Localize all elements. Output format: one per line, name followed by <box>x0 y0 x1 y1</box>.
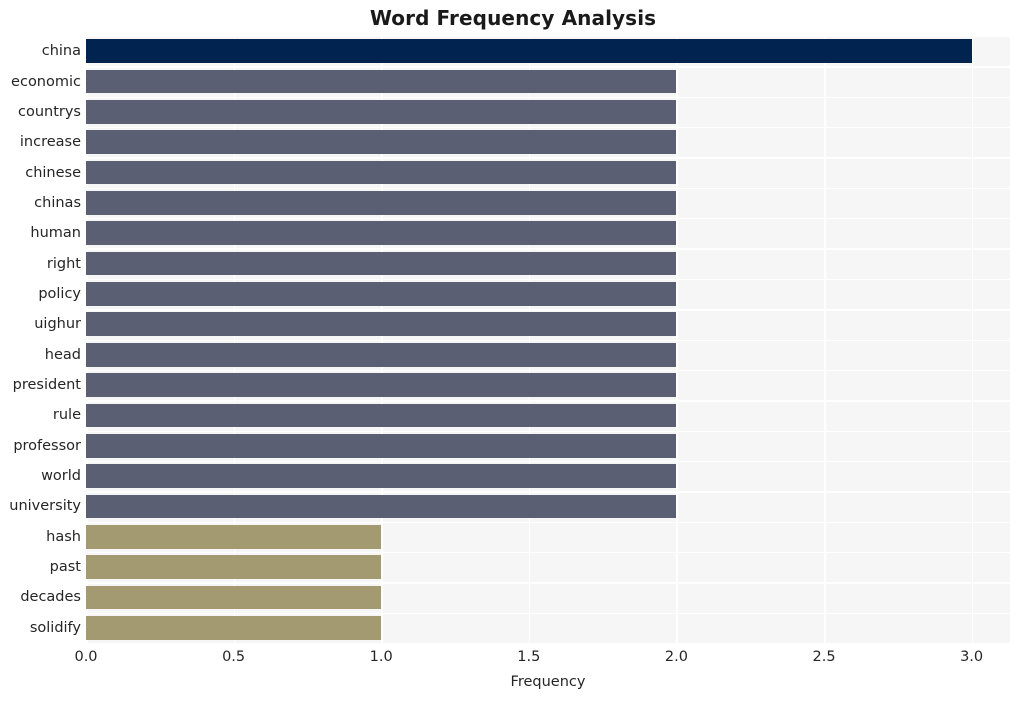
y-tick-label: human <box>30 225 81 242</box>
y-tick-label: policy <box>38 285 81 302</box>
x-axis-tick-labels: 0.0 0.5 1.0 1.5 2.0 2.5 3.0 <box>0 649 1026 671</box>
x-tick-label: 0.0 <box>74 649 98 665</box>
chart-figure: Word Frequency Analysis china economic cou… <box>0 0 1026 701</box>
y-tick-label: china <box>41 43 81 60</box>
y-tick-label: uighur <box>34 316 81 333</box>
x-tick-label: 2.5 <box>812 649 836 665</box>
y-tick-label: past <box>49 559 81 576</box>
x-tick-label: 0.5 <box>222 649 246 665</box>
y-tick-label: chinese <box>25 164 81 181</box>
x-tick-label: 3.0 <box>960 649 984 665</box>
y-tick-label: university <box>9 498 81 515</box>
y-tick-label: president <box>12 377 81 394</box>
y-tick-label: decades <box>20 589 81 606</box>
x-tick-label: 1.0 <box>369 649 393 665</box>
y-tick-label: head <box>44 346 81 363</box>
y-tick-label: economic <box>11 73 81 90</box>
y-tick-label: professor <box>13 437 81 454</box>
y-tick-label: increase <box>19 134 81 151</box>
y-tick-label: countrys <box>17 103 81 120</box>
y-tick-label: solidify <box>29 619 81 636</box>
x-axis-label: Frequency <box>510 674 586 690</box>
y-tick-label: world <box>41 468 81 485</box>
y-tick-label: hash <box>46 528 81 545</box>
x-tick-label: 1.5 <box>517 649 541 665</box>
y-axis-tick-labels: china economic countrys increase chinese chin… <box>0 36 1026 643</box>
y-gridline <box>86 643 1010 645</box>
chart-title: Word Frequency Analysis <box>369 6 657 30</box>
x-tick-label: 2.0 <box>664 649 688 665</box>
y-tick-label: right <box>46 255 81 272</box>
y-tick-label: chinas <box>34 194 81 211</box>
y-tick-label: rule <box>52 407 81 424</box>
